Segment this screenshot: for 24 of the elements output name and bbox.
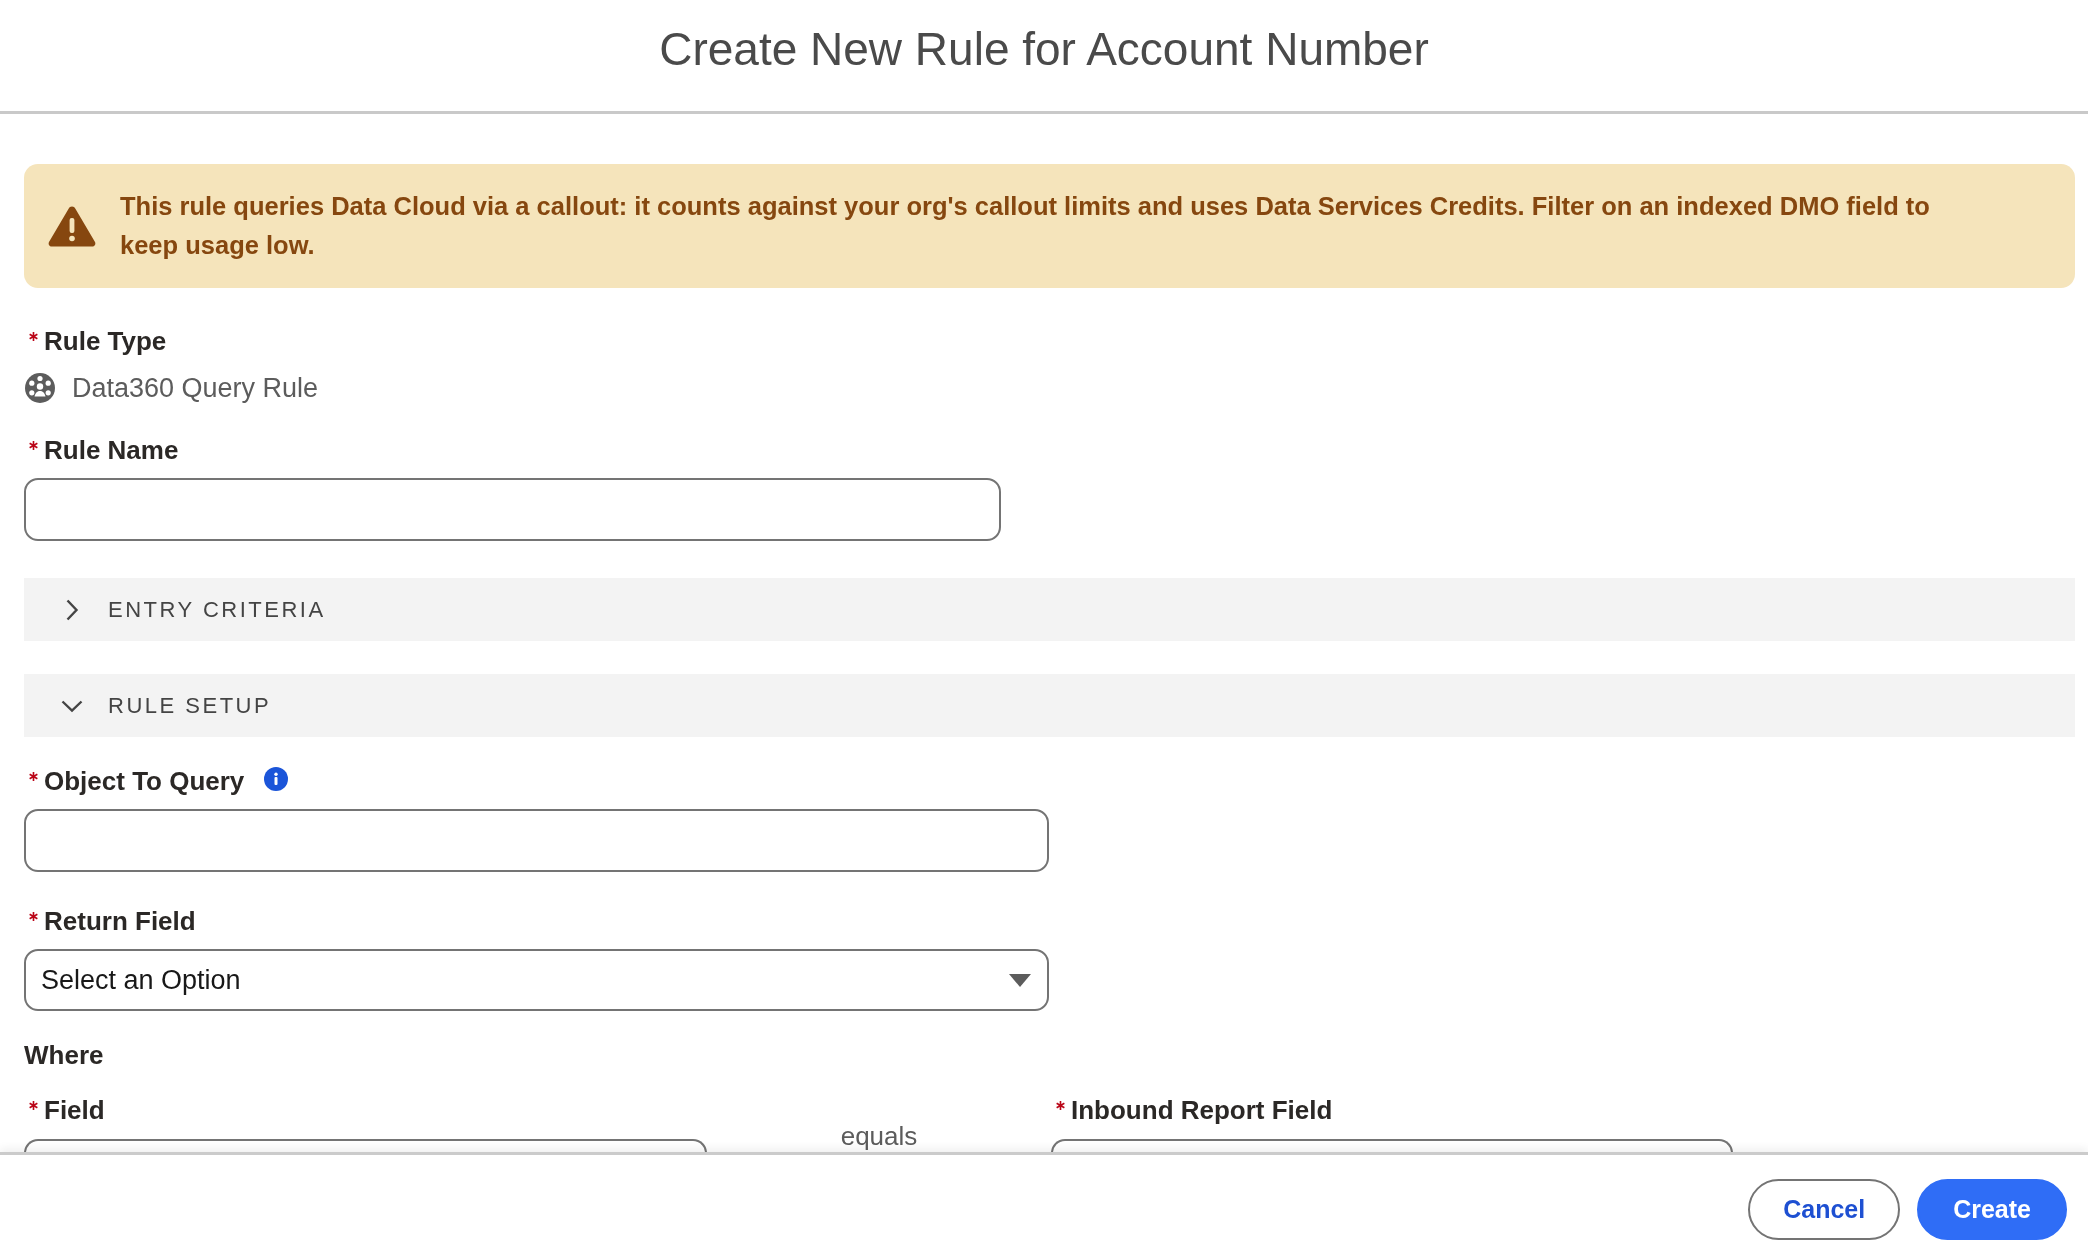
select-field[interactable]: Select an Option bbox=[24, 949, 1049, 1011]
input-field[interactable] bbox=[1051, 1139, 1733, 1152]
section-header[interactable]: RULE SETUP bbox=[24, 674, 2075, 737]
create-button[interactable]: Create bbox=[1917, 1179, 2067, 1240]
input-field[interactable] bbox=[24, 1139, 707, 1152]
operator-label: equals bbox=[840, 1122, 918, 1150]
text-input[interactable] bbox=[24, 809, 1049, 872]
field-label: Object To Query bbox=[44, 766, 245, 796]
cancel-button[interactable]: Cancel bbox=[1748, 1179, 1901, 1240]
dotted-disc-icon bbox=[25, 373, 55, 403]
field-label: Return Field bbox=[44, 906, 196, 936]
rule-type-value: Data360 Query Rule bbox=[72, 373, 319, 403]
text-input[interactable] bbox=[24, 478, 1001, 541]
field-label: Inbound Report Field bbox=[1071, 1095, 1333, 1125]
modal-title: Create New Rule for Account Number bbox=[659, 22, 1429, 77]
field-label: Rule Name bbox=[44, 435, 179, 465]
where-heading: Where bbox=[24, 1040, 104, 1070]
field-label: Rule Type bbox=[44, 326, 167, 356]
caret-down-icon bbox=[1009, 973, 1031, 987]
warning-text: This rule queries Data Cloud via a callout: it counts against your org's callout limits and uses Data Services Credits. Filter on an indexed DMO field to keep usage low. bbox=[120, 191, 1931, 261]
warning-icon bbox=[48, 205, 96, 247]
field-label: Field bbox=[44, 1095, 105, 1125]
info-icon[interactable] bbox=[264, 767, 289, 791]
section-header[interactable]: ENTRY CRITERIA bbox=[24, 578, 2075, 641]
